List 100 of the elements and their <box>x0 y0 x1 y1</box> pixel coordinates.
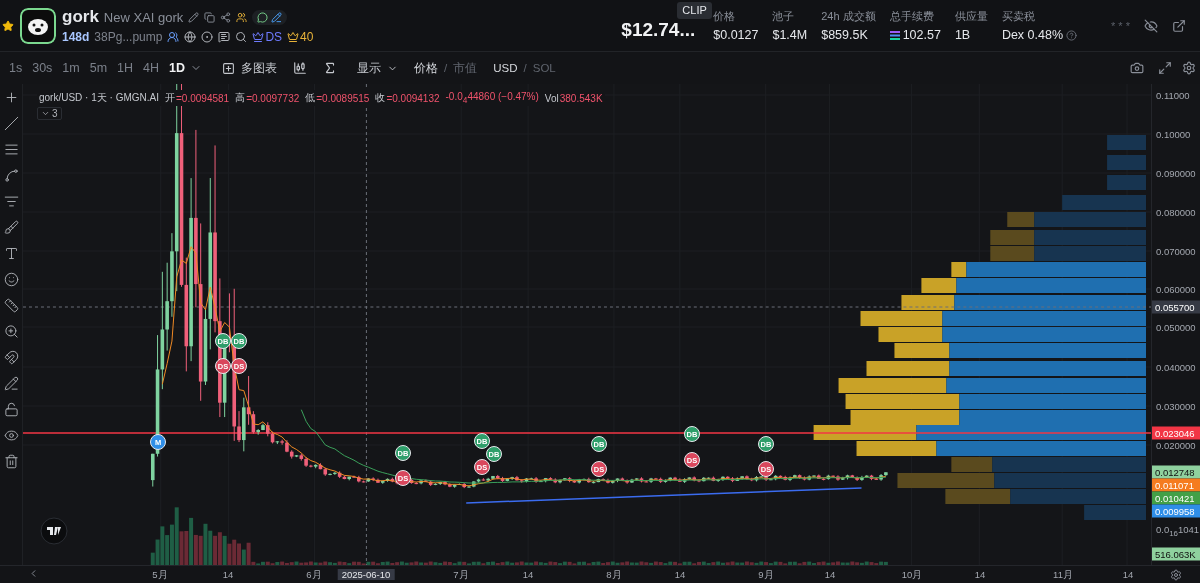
interval-tab[interactable]: 1H <box>112 61 139 75</box>
time-tick: 8月 <box>606 569 622 582</box>
masked-value: * * * <box>1111 19 1130 32</box>
ruler-icon[interactable] <box>3 298 19 313</box>
trash-icon[interactable] <box>3 454 19 469</box>
price-tick: 0.020000 <box>1156 439 1196 451</box>
globe-icon[interactable] <box>184 31 197 43</box>
indicator-collapse-button[interactable]: 3 <box>37 107 62 120</box>
stat-value: 1B <box>954 28 972 42</box>
ohlc-label: 高 <box>235 91 246 105</box>
market-cap-value: $12.74... <box>621 19 696 40</box>
crown-icon <box>252 31 265 43</box>
dog-face-avatar <box>20 7 56 44</box>
help-icon <box>1066 29 1078 41</box>
ohlc-value: =0.0089515 <box>316 92 370 104</box>
time-tick: 14 <box>974 569 986 580</box>
chart-title: gork/USD · 1天 · GMGN.AI <box>39 91 159 105</box>
time-tick: 7月 <box>453 569 469 582</box>
hide-icon[interactable] <box>1144 18 1158 33</box>
display-dropdown[interactable]: 显示 <box>349 60 407 76</box>
stat-label: 供应量 <box>954 9 988 24</box>
target-icon[interactable] <box>201 31 214 43</box>
price-badge: 0.012748 <box>1152 465 1200 479</box>
pattern-icon[interactable] <box>3 168 19 183</box>
interval-tab[interactable]: 30s <box>27 61 58 75</box>
time-tick: 14 <box>1122 569 1134 580</box>
message-icon[interactable] <box>218 31 231 43</box>
price-badge: 0.010421 <box>1152 491 1200 505</box>
time-tick: 10月 <box>901 569 923 582</box>
chevron-down-icon <box>41 109 50 118</box>
interval-tab[interactable]: 4H <box>138 61 165 75</box>
unlock-icon[interactable] <box>3 402 19 417</box>
time-tick: 9月 <box>758 569 774 582</box>
volume-value: 380.543K <box>559 92 603 104</box>
edit-icon[interactable] <box>188 11 200 23</box>
text-tool-icon[interactable] <box>3 246 19 261</box>
parallel-lines-icon[interactable] <box>3 142 19 157</box>
external-link-icon[interactable] <box>1172 18 1186 33</box>
tooltip: CLIP <box>677 2 712 19</box>
currency-toggle[interactable]: USD / SOL <box>485 62 564 74</box>
stat-label: 价格 <box>713 9 737 24</box>
eye-icon[interactable] <box>3 428 19 443</box>
copy-icon[interactable] <box>204 11 216 23</box>
time-tick: 14 <box>522 569 534 580</box>
time-tick: 14 <box>824 569 836 580</box>
emoji-icon[interactable] <box>3 272 19 287</box>
ohlc-label: 开 <box>165 91 175 105</box>
ohlc-value: =0.0097732 <box>246 92 300 104</box>
magnet-icon[interactable] <box>3 350 19 365</box>
price-tick: 0.090000 <box>1156 167 1196 179</box>
contract-address[interactable]: 38Pg...pump <box>94 30 163 44</box>
token-symbol: gork <box>62 7 99 27</box>
camera-icon[interactable] <box>1130 61 1144 75</box>
token-name: New XAI gork <box>103 9 184 25</box>
time-tick: 14 <box>222 569 234 580</box>
zoom-in-icon[interactable] <box>3 324 19 339</box>
search-icon[interactable] <box>235 31 248 43</box>
fullscreen-icon[interactable] <box>1158 61 1172 75</box>
price-tick: 0.030000 <box>1156 400 1196 412</box>
crosshair-icon[interactable] <box>3 90 19 105</box>
favorite-star-icon[interactable] <box>2 19 14 32</box>
axis-settings-icon[interactable] <box>1170 568 1182 581</box>
time-tick: 5月 <box>152 569 168 582</box>
settings-icon[interactable] <box>1182 61 1196 75</box>
token-age: 148d <box>62 30 90 44</box>
stat-value: $859.5K <box>821 28 869 42</box>
chart-logo[interactable] <box>40 517 68 545</box>
price-mode-toggle[interactable]: 价格 / 市值 <box>406 60 486 76</box>
price-tick: 0.070000 <box>1156 245 1196 257</box>
crown-count[interactable]: 40 <box>287 30 314 44</box>
interval-tab[interactable]: 5m <box>84 61 113 75</box>
stat-value: $0.0127 <box>713 28 759 42</box>
stat-label: 总手续费 <box>889 9 935 24</box>
share-icon[interactable] <box>220 11 232 23</box>
interval-tab[interactable]: 1m <box>57 61 85 75</box>
trend-line-icon[interactable] <box>3 116 19 131</box>
price-badge: 0.011071 <box>1152 478 1200 492</box>
multi-chart-button[interactable]: 多图表 <box>214 60 286 76</box>
price-badge: 0.009958 <box>1152 504 1200 518</box>
candle-type-icon[interactable] <box>293 61 308 75</box>
time-tick: 6月 <box>306 569 322 582</box>
price-change: -0.0$_{4}$44860 (−0.47%) <box>445 91 539 105</box>
interval-tab[interactable]: 1s <box>4 61 28 75</box>
interval-tab[interactable]: 1D <box>164 61 191 75</box>
plus-square-icon <box>222 61 236 75</box>
people-icon[interactable] <box>236 11 248 23</box>
price-tick: 0.0$_{16}$1041 <box>1156 524 1200 538</box>
brush-icon[interactable] <box>3 220 19 235</box>
ohlc-label: 低 <box>305 91 316 105</box>
crown-icon <box>287 31 300 43</box>
stat-value: 102.57 <box>889 28 941 42</box>
time-tick: 14 <box>674 569 686 580</box>
holders-icon[interactable] <box>167 31 180 43</box>
price-badge: 516.063K <box>1152 547 1200 561</box>
time-tick: 11月 <box>1053 569 1073 582</box>
ohlc-label: 收 <box>375 91 386 105</box>
stat-label: 买卖税 <box>1001 9 1036 24</box>
ohlc-value: =0.0094581 <box>176 92 230 104</box>
price-tick: 0.10000 <box>1156 128 1191 140</box>
ds-tag[interactable]: DS <box>252 30 283 44</box>
